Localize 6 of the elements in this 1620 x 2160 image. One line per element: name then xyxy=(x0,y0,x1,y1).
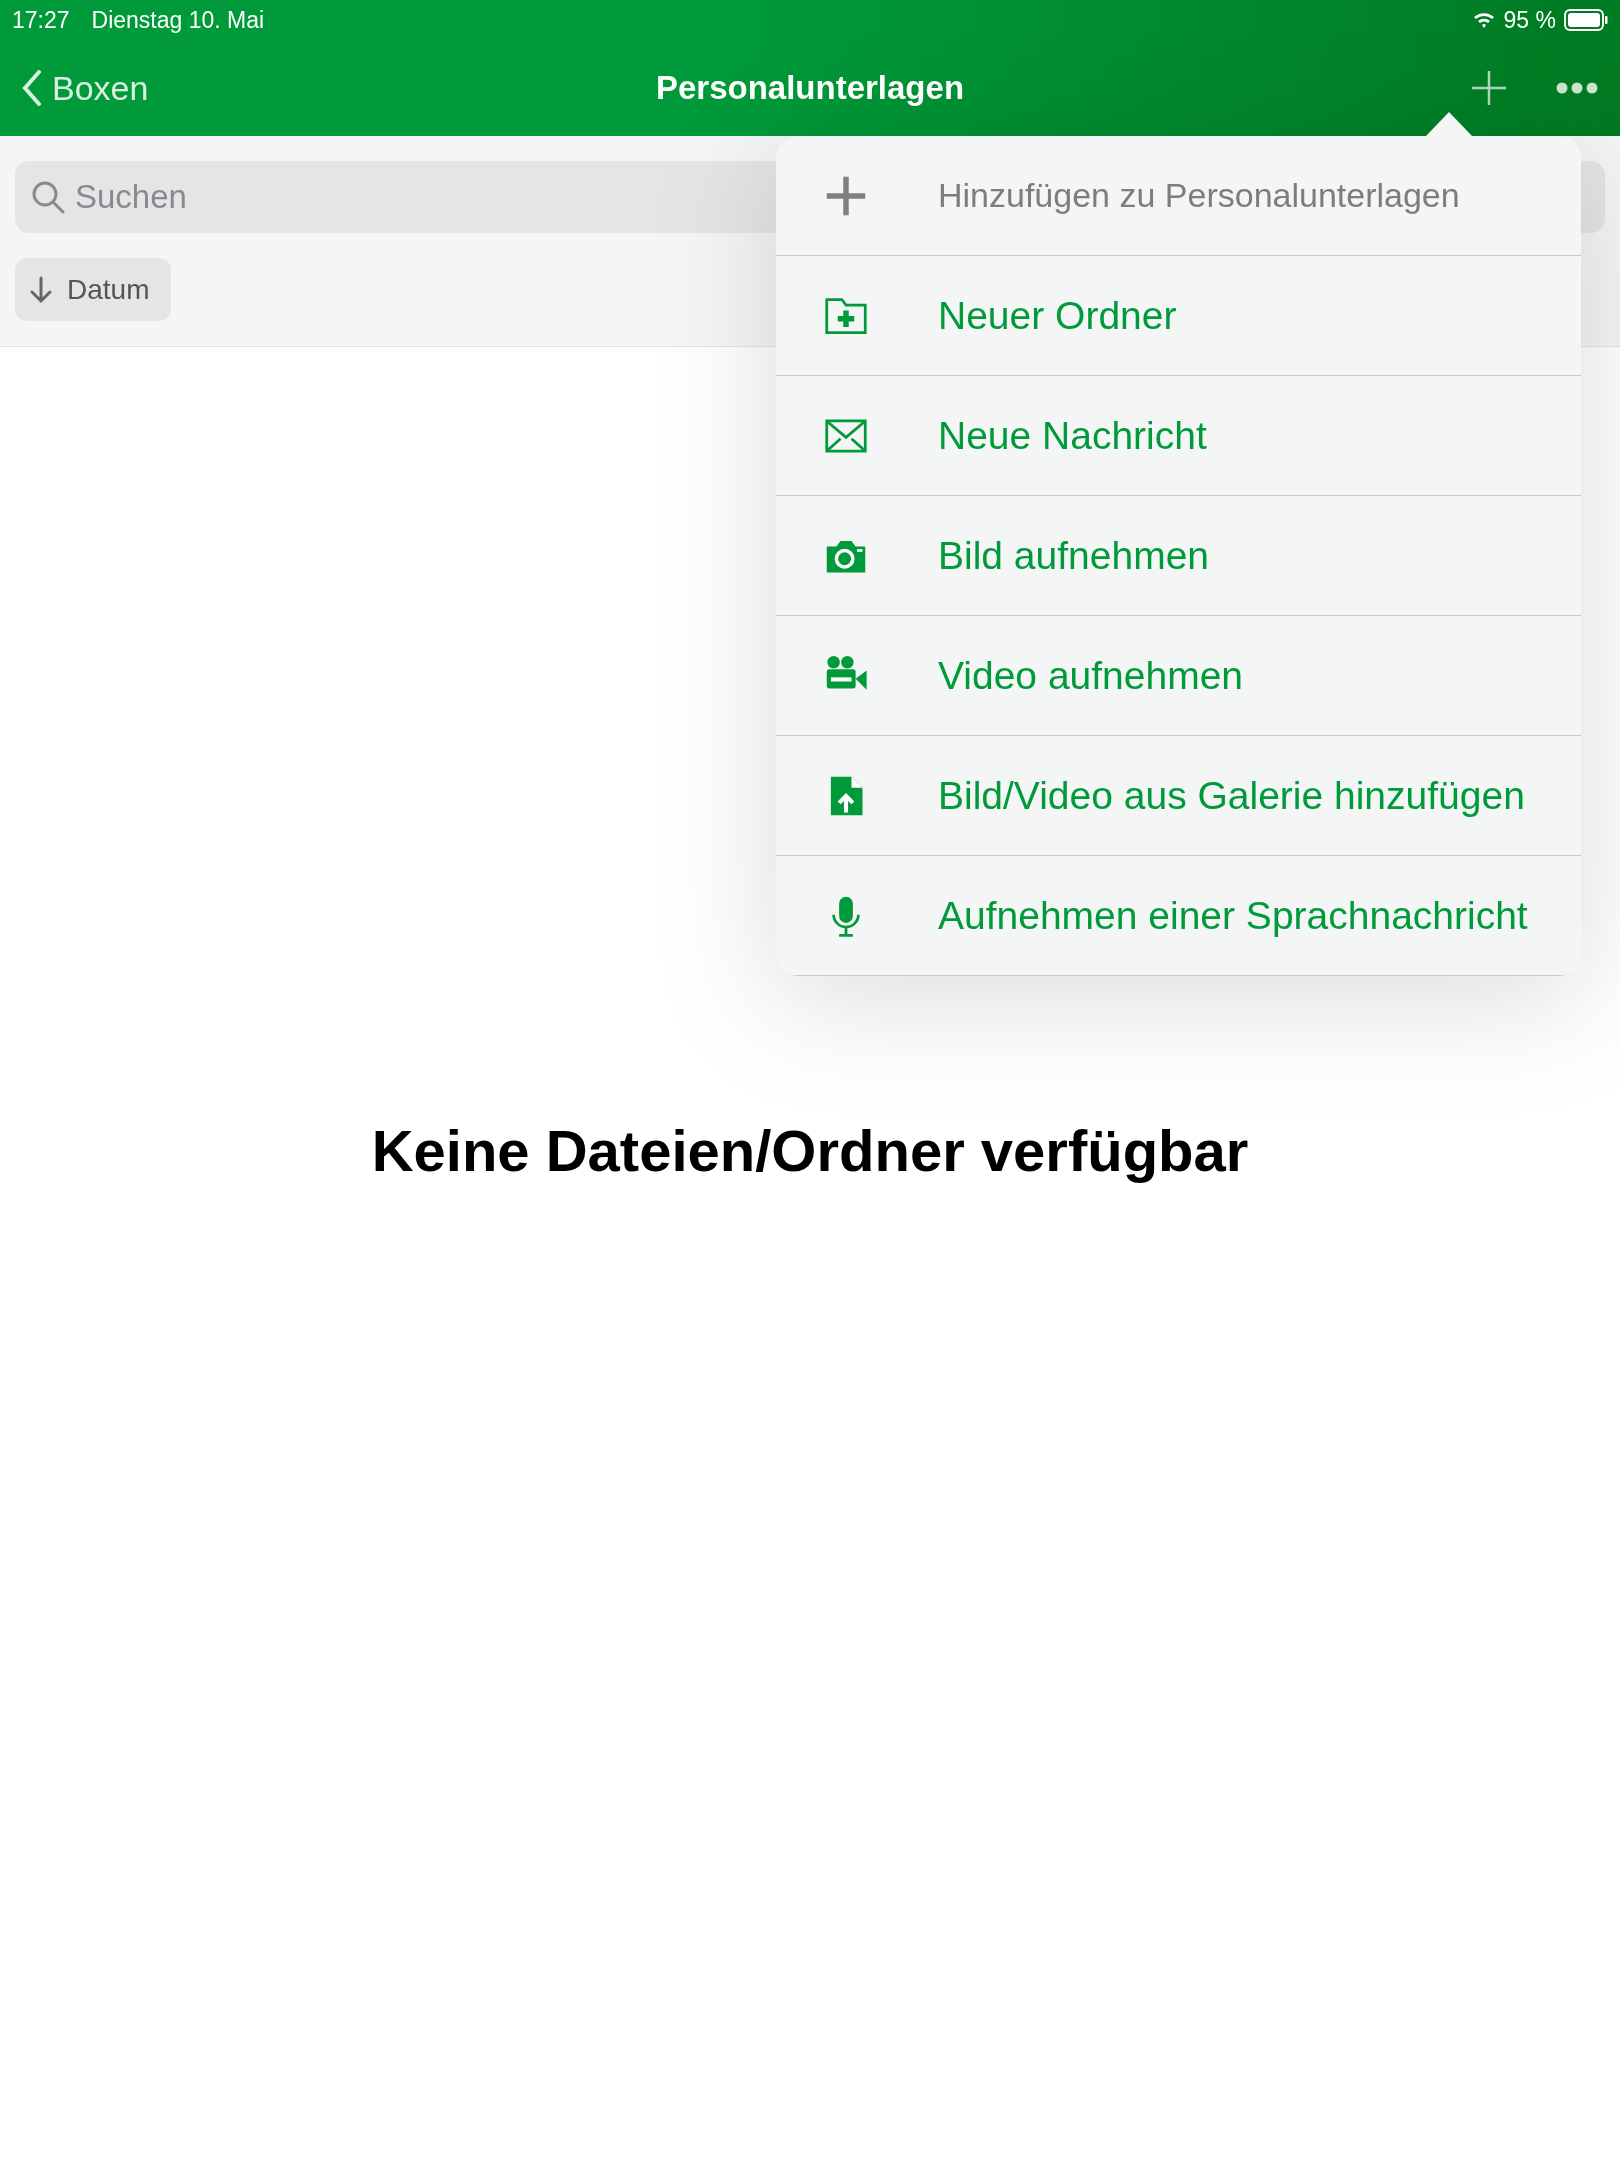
empty-message: Keine Dateien/Ordner verfügbar xyxy=(371,1117,1249,1184)
status-time: 17:27 xyxy=(12,6,70,34)
battery-percent: 95 % xyxy=(1503,6,1556,34)
menu-header: Hinzufügen zu Personalunterlagen xyxy=(776,136,1581,256)
status-date: Dienstag 10. Mai xyxy=(91,6,265,34)
screen-title: Personalunterlagen xyxy=(655,69,965,107)
